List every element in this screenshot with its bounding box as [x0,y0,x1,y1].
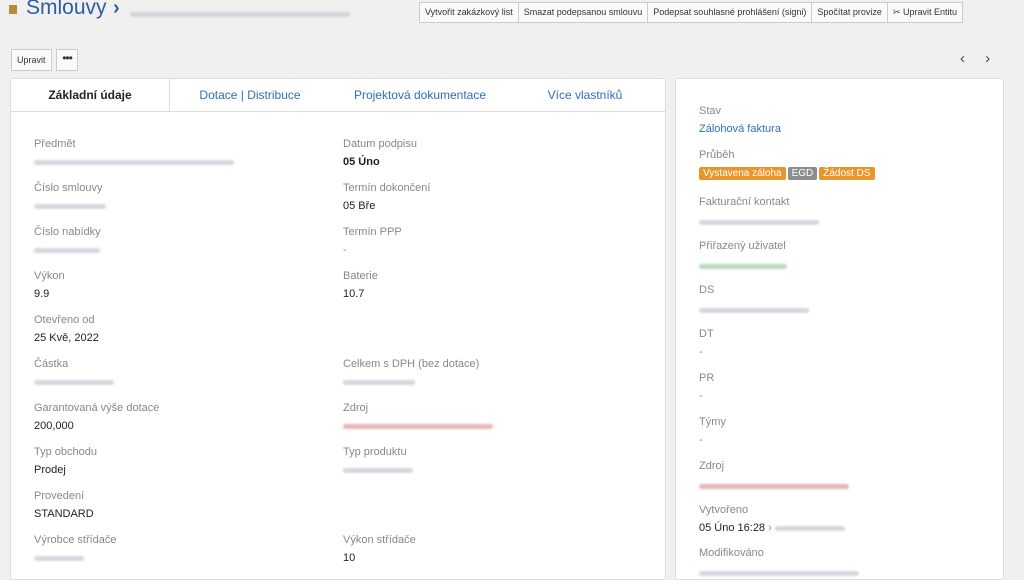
dt-value: - [699,346,703,358]
field-source: Zdroj [343,402,493,434]
field-opened-since: Otevřeno od 25 Kvě, 2022 [34,314,99,344]
progress-badges: Vystavena záloha EGD Žádost DS [699,167,877,180]
field-offer-number: Číslo nabídky [34,226,101,258]
edit-button[interactable]: Upravit [11,49,52,71]
field-total-with-vat: Celkem s DPH (bez dotace) [343,358,479,390]
previous-record-icon[interactable]: ‹ [960,50,965,67]
created-label: Vytvořeno [699,504,749,516]
breadcrumb-chevron-icon: › [113,0,120,19]
sign-consent-button[interactable]: Podepsat souhlasné prohlášení (signi) [647,2,813,23]
field-completion-date: Termín dokončení 05 Bře [343,182,431,212]
next-record-icon[interactable]: › [985,50,990,67]
field-amount: Částka [34,358,114,390]
field-product-type: Typ produktu [343,446,413,478]
teams-label: Týmy [699,416,726,428]
pr-label: PR [699,372,715,384]
assigned-user-label: Přiřazený uživatel [699,240,786,252]
billing-contact-value[interactable] [699,216,819,228]
status-badge: Žádost DS [819,167,875,180]
status-value[interactable]: Zálohová faktura [699,123,781,135]
summary-panel: Stav Zálohová faktura Průběh Vystavena z… [675,78,1004,580]
teams-value: - [699,434,703,446]
field-contract-number: Číslo smlouvy [34,182,106,214]
billing-contact-label: Fakturační kontakt [699,196,790,208]
field-inverter-power: Výkon střídače 10 [343,534,416,564]
created-date: 05 Úno 16:28 [699,522,766,534]
module-color-icon [9,5,17,14]
field-ppp-date: Termín PPP - [343,226,402,256]
dt-label: DT [699,328,714,340]
delete-signed-contract-button[interactable]: Smazat podepsanou smlouvu [517,2,649,23]
field-deal-type: Typ obchodu Prodej [34,446,97,476]
field-execution: Provedení STANDARD [34,490,94,520]
progress-label: Průběh [699,149,735,161]
field-power: Výkon 9.9 [34,270,65,300]
tab-project-documentation[interactable]: Projektová dokumentace [330,79,510,111]
action-bar: Vytvořit zakázkový list Smazat podepsano… [419,2,964,23]
pr-value: - [699,390,703,402]
field-inverter-manufacturer: Výrobce střídače [34,534,117,566]
status-badge: EGD [787,167,818,180]
calculate-commissions-button[interactable]: Spočítat provize [811,2,888,23]
status-badge: Vystavena záloha [699,167,786,180]
page-title[interactable]: Smlouvy [26,0,107,20]
ds-value[interactable] [699,304,809,316]
tab-subsidy-distribution[interactable]: Dotace | Distribuce [170,79,330,111]
status-label: Stav [699,105,722,117]
detail-tabs: Základní údaje Dotace | Distribuce Proje… [11,79,665,112]
tab-basic-info[interactable]: Základní údaje [11,79,170,111]
modified-label: Modifikováno [699,547,764,559]
field-guaranteed-subsidy: Garantovaná výše dotace 200,000 [34,402,160,432]
more-options-button[interactable]: ••• [56,49,78,71]
source-value [699,480,849,492]
breadcrumb-record-name [130,5,390,17]
field-subject: Předmět [34,138,234,170]
page-header: Smlouvy › Vytvořit zakázkový list Smazat… [0,0,1024,24]
source-label: Zdroj [699,460,725,472]
field-battery: Baterie 10.7 [343,270,378,300]
record-pager: ‹ › [960,50,1006,67]
ds-label: DS [699,284,715,296]
created-value: 05 Úno 16:28 › [699,522,845,534]
assigned-user-value[interactable] [699,260,787,272]
tab-more-owners[interactable]: Více vlastníků [510,79,660,111]
detail-panel: Základní údaje Dotace | Distribuce Proje… [10,78,666,580]
created-separator: › [768,522,772,534]
edit-entity-button[interactable]: ✂ Upravit Entitu [886,2,964,23]
field-signature-date: Datum podpisu 05 Úno [343,138,417,168]
create-order-sheet-button[interactable]: Vytvořit zakázkový list [419,2,519,23]
